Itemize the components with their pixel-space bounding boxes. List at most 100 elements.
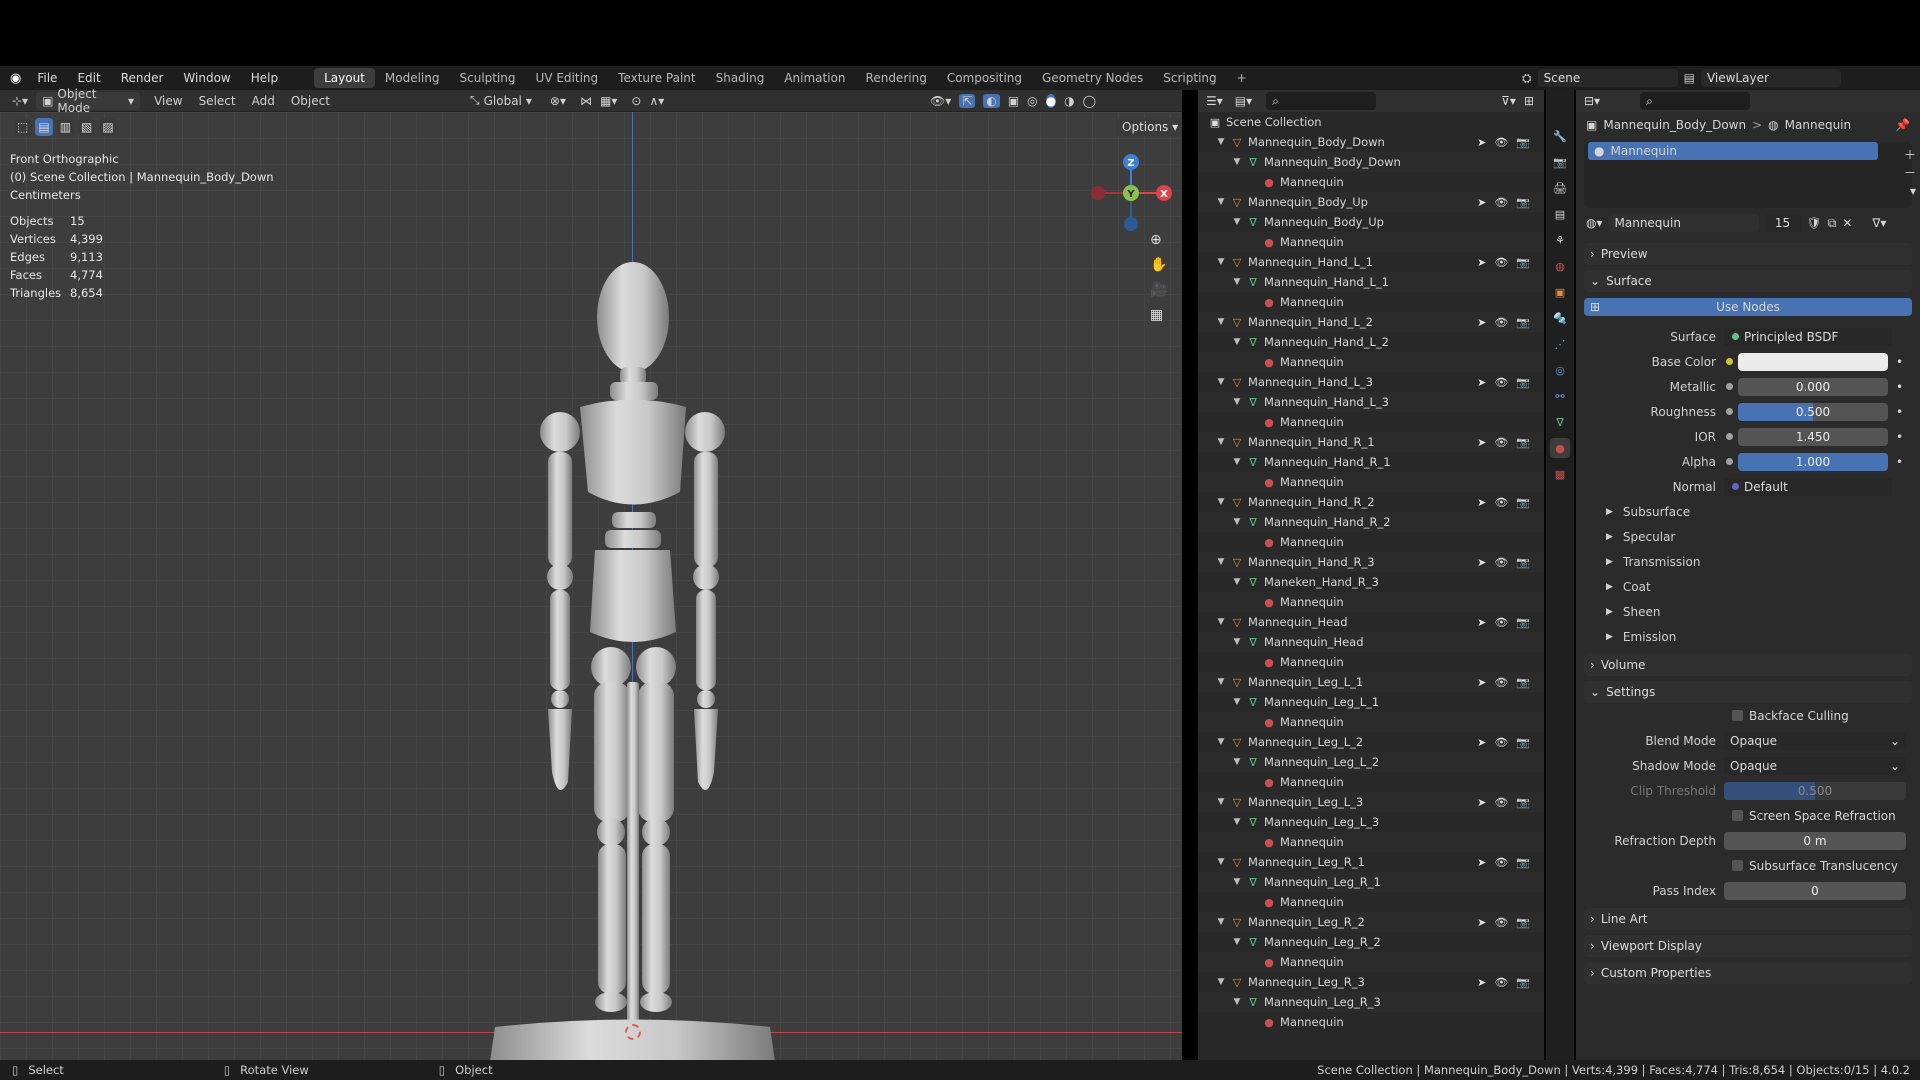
screen-space-refraction-checkbox[interactable] bbox=[1732, 810, 1743, 821]
camera-render-icon[interactable]: 📷 bbox=[1516, 676, 1530, 689]
editor-type-icon[interactable]: ⊹▾ bbox=[12, 94, 28, 108]
outliner-mesh-row[interactable]: ▼ ∇ Mannequin_Hand_L_3 bbox=[1198, 392, 1544, 412]
select-arrow-icon[interactable]: ➤ bbox=[1477, 856, 1486, 869]
tab-layout[interactable]: Layout bbox=[314, 68, 375, 88]
eye-icon[interactable]: 👁 bbox=[1494, 196, 1508, 209]
menu-help[interactable]: Help bbox=[241, 71, 288, 85]
shading-solid-icon[interactable]: ● bbox=[1045, 93, 1057, 108]
select-arrow-icon[interactable]: ➤ bbox=[1477, 736, 1486, 749]
users-count[interactable]: 15 bbox=[1764, 214, 1801, 232]
node-link-icon[interactable]: ∇▾ bbox=[1872, 216, 1886, 230]
outliner-material-row[interactable]: ● Mannequin bbox=[1198, 892, 1544, 912]
expand-triangle-icon[interactable]: ▼ bbox=[1216, 317, 1226, 327]
outliner-mesh-row[interactable]: ▼ ∇ Mannequin_Leg_L_1 bbox=[1198, 692, 1544, 712]
output-tab-icon[interactable]: 🖨 bbox=[1550, 178, 1570, 198]
outliner-material-row[interactable]: ● Mannequin bbox=[1198, 712, 1544, 732]
surface-panel[interactable]: ⌄ Surface bbox=[1584, 270, 1912, 292]
mannequin-model[interactable] bbox=[470, 212, 800, 1060]
camera-render-icon[interactable]: 📷 bbox=[1516, 796, 1530, 809]
tab-sculpting[interactable]: Sculpting bbox=[450, 68, 526, 88]
navigation-gizmo[interactable]: Z X Y bbox=[1086, 148, 1176, 238]
outliner-mesh-row[interactable]: ▼ ∇ Mannequin_Head bbox=[1198, 632, 1544, 652]
outliner-search-input[interactable]: ⌕ bbox=[1266, 92, 1377, 110]
eye-icon[interactable]: 👁 bbox=[1494, 316, 1508, 329]
menu-render[interactable]: Render bbox=[111, 71, 174, 85]
material-slots-list[interactable]: ● Mannequin ＋ － ▾ bbox=[1584, 142, 1916, 208]
scene-tab-icon[interactable]: ⚘ bbox=[1550, 230, 1570, 250]
select-arrow-icon[interactable]: ➤ bbox=[1477, 436, 1486, 449]
outliner-mesh-row[interactable]: ▼ ∇ Mannequin_Leg_R_2 bbox=[1198, 932, 1544, 952]
outliner-material-row[interactable]: ● Mannequin bbox=[1198, 952, 1544, 972]
expand-triangle-icon[interactable]: ▼ bbox=[1232, 937, 1242, 947]
outliner-material-row[interactable]: ● Mannequin bbox=[1198, 1012, 1544, 1032]
mode-selector[interactable]: ▣ Object Mode ▾ bbox=[36, 87, 141, 115]
select-arrow-icon[interactable]: ➤ bbox=[1477, 916, 1486, 929]
expand-triangle-icon[interactable]: ▼ bbox=[1232, 577, 1242, 587]
view-layer-selector[interactable]: ViewLayer bbox=[1700, 69, 1841, 87]
camera-render-icon[interactable]: 📷 bbox=[1516, 436, 1530, 449]
particles-tab-icon[interactable]: ⋰ bbox=[1550, 334, 1570, 354]
zoom-icon[interactable]: ⊕ bbox=[1150, 232, 1167, 248]
expand-triangle-icon[interactable]: ▼ bbox=[1232, 997, 1242, 1007]
subpanel-coat[interactable]: ▶ Coat bbox=[1576, 574, 1920, 599]
outliner-material-row[interactable]: ● Mannequin bbox=[1198, 592, 1544, 612]
scene-selector[interactable]: Scene bbox=[1537, 69, 1678, 87]
eye-icon[interactable]: 👁 bbox=[1494, 136, 1508, 149]
expand-triangle-icon[interactable]: ▼ bbox=[1216, 857, 1226, 867]
select-arrow-icon[interactable]: ➤ bbox=[1477, 376, 1486, 389]
props-editor-icon[interactable]: ⊟▾ bbox=[1584, 94, 1600, 108]
outliner-object-row[interactable]: ▼ ▽ Mannequin_Leg_R_3 ➤ 👁 📷 bbox=[1198, 972, 1544, 992]
alpha-slider[interactable]: 1.000 bbox=[1738, 452, 1888, 471]
keyframe-dot-icon[interactable]: • bbox=[1896, 380, 1903, 394]
keyframe-dot-icon[interactable]: • bbox=[1896, 355, 1903, 369]
select-mode-set-icon[interactable]: ▤ bbox=[35, 118, 53, 136]
new-collection-icon[interactable]: ⊞ bbox=[1524, 94, 1534, 108]
outliner-mesh-row[interactable]: ▼ ∇ Mannequin_Leg_L_2 bbox=[1198, 752, 1544, 772]
camera-render-icon[interactable]: 📷 bbox=[1516, 376, 1530, 389]
menu-edit[interactable]: Edit bbox=[67, 71, 110, 85]
material-name-field[interactable]: Mannequin bbox=[1608, 214, 1759, 232]
material-slot[interactable]: ● Mannequin bbox=[1588, 142, 1878, 160]
eye-icon[interactable]: 👁 bbox=[1494, 916, 1508, 929]
expand-triangle-icon[interactable]: ▼ bbox=[1216, 137, 1226, 147]
expand-triangle-icon[interactable]: ▼ bbox=[1232, 337, 1242, 347]
camera-render-icon[interactable]: 📷 bbox=[1516, 316, 1530, 329]
duplicate-icon[interactable]: ⧉ bbox=[1828, 216, 1837, 231]
outliner-object-row[interactable]: ▼ ▽ Mannequin_Hand_L_1 ➤ 👁 📷 bbox=[1198, 252, 1544, 272]
overlays-icon[interactable]: ◐ bbox=[983, 93, 1000, 108]
expand-triangle-icon[interactable]: ▼ bbox=[1232, 457, 1242, 467]
eye-icon[interactable]: 👁 bbox=[1494, 856, 1508, 869]
menu-add[interactable]: Add bbox=[252, 94, 275, 108]
select-mode-extend-icon[interactable]: ▥ bbox=[56, 118, 75, 136]
eye-icon[interactable]: 👁 bbox=[1494, 556, 1508, 569]
expand-triangle-icon[interactable]: ▼ bbox=[1232, 277, 1242, 287]
expand-triangle-icon[interactable]: ▼ bbox=[1216, 677, 1226, 687]
add-workspace-button[interactable]: + bbox=[1227, 68, 1257, 88]
options-dropdown[interactable]: Options ▾ bbox=[1116, 118, 1182, 136]
use-nodes-button[interactable]: ⊞ Use Nodes bbox=[1584, 298, 1912, 316]
outliner-mesh-row[interactable]: ▼ ∇ Mannequin_Hand_R_1 bbox=[1198, 452, 1544, 472]
outliner-scene-collection[interactable]: ▣ Scene Collection bbox=[1198, 112, 1544, 132]
camera-render-icon[interactable]: 📷 bbox=[1516, 916, 1530, 929]
modifier-tab-icon[interactable]: 🔩 bbox=[1550, 308, 1570, 328]
outliner-material-row[interactable]: ● Mannequin bbox=[1198, 472, 1544, 492]
select-tool-icon[interactable]: ⬚ bbox=[14, 118, 32, 136]
view-layer-tab-icon[interactable]: ▤ bbox=[1550, 204, 1570, 224]
expand-triangle-icon[interactable]: ▼ bbox=[1216, 437, 1226, 447]
outliner-mesh-row[interactable]: ▼ ∇ Mannequin_Body_Up bbox=[1198, 212, 1544, 232]
select-arrow-icon[interactable]: ➤ bbox=[1477, 556, 1486, 569]
outliner-mesh-row[interactable]: ▼ ∇ Maneken_Hand_R_3 bbox=[1198, 572, 1544, 592]
pivot-icon[interactable]: ⊗▾ bbox=[550, 94, 566, 108]
outliner[interactable]: ▣ Scene Collection ▼ ▽ Mannequin_Body_Down… bbox=[1198, 112, 1544, 1060]
menu-view[interactable]: View bbox=[154, 94, 182, 108]
subpanel-specular[interactable]: ▶ Specular bbox=[1576, 524, 1920, 549]
menu-file[interactable]: File bbox=[27, 71, 67, 85]
outliner-material-row[interactable]: ● Mannequin bbox=[1198, 412, 1544, 432]
eye-icon[interactable]: 👁 bbox=[1494, 256, 1508, 269]
eye-icon[interactable]: 👁 bbox=[1494, 436, 1508, 449]
subpanel-transmission[interactable]: ▶ Transmission bbox=[1576, 549, 1920, 574]
select-arrow-icon[interactable]: ➤ bbox=[1477, 256, 1486, 269]
expand-triangle-icon[interactable]: ▼ bbox=[1232, 877, 1242, 887]
orientation-value[interactable]: Global bbox=[484, 94, 522, 108]
add-slot-icon[interactable]: ＋ bbox=[1904, 146, 1916, 163]
